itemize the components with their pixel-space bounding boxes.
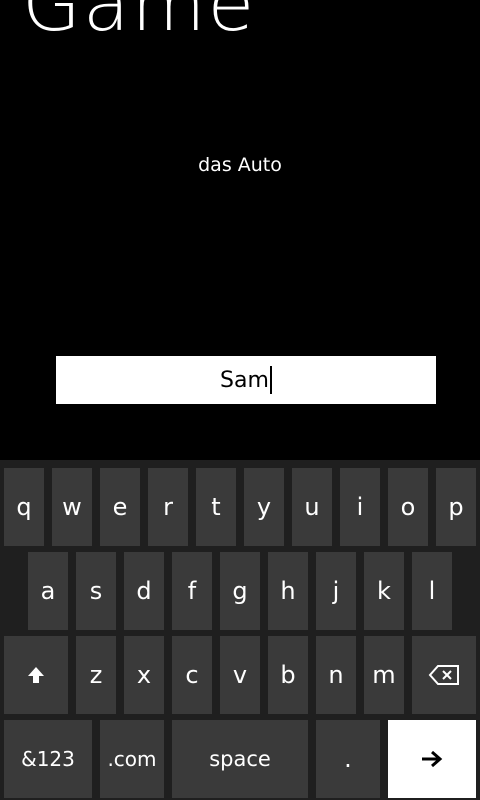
key-y[interactable]: y — [244, 468, 284, 546]
key-x[interactable]: x — [124, 636, 164, 714]
space-key[interactable]: space — [172, 720, 308, 798]
key-e[interactable]: e — [100, 468, 140, 546]
key-v[interactable]: v — [220, 636, 260, 714]
page-title: Game — [22, 0, 257, 48]
backspace-icon — [428, 664, 460, 686]
key-p[interactable]: p — [436, 468, 476, 546]
dotcom-key[interactable]: .com — [100, 720, 164, 798]
shift-key[interactable] — [4, 636, 68, 714]
prompt-word: das Auto — [198, 154, 282, 176]
key-j[interactable]: j — [316, 552, 356, 630]
key-w[interactable]: w — [52, 468, 92, 546]
arrow-right-icon — [421, 750, 443, 768]
key-c[interactable]: c — [172, 636, 212, 714]
key-b[interactable]: b — [268, 636, 308, 714]
key-r[interactable]: r — [148, 468, 188, 546]
key-k[interactable]: k — [364, 552, 404, 630]
backspace-key[interactable] — [412, 636, 476, 714]
key-g[interactable]: g — [220, 552, 260, 630]
key-s[interactable]: s — [76, 552, 116, 630]
answer-input-value: Sam — [220, 367, 269, 393]
key-l[interactable]: l — [412, 552, 452, 630]
key-f[interactable]: f — [172, 552, 212, 630]
key-o[interactable]: o — [388, 468, 428, 546]
enter-key[interactable] — [388, 720, 476, 798]
key-n[interactable]: n — [316, 636, 356, 714]
numbers-symbols-key[interactable]: &123 — [4, 720, 92, 798]
key-h[interactable]: h — [268, 552, 308, 630]
key-i[interactable]: i — [340, 468, 380, 546]
game-screen: Game das Auto Sam q w e r t y u i o p a … — [0, 0, 480, 800]
key-z[interactable]: z — [76, 636, 116, 714]
key-m[interactable]: m — [364, 636, 404, 714]
key-a[interactable]: a — [28, 552, 68, 630]
key-t[interactable]: t — [196, 468, 236, 546]
on-screen-keyboard: q w e r t y u i o p a s d f g h j k l z … — [0, 460, 480, 800]
shift-arrow-icon — [26, 665, 46, 685]
key-u[interactable]: u — [292, 468, 332, 546]
text-caret — [269, 366, 272, 394]
key-q[interactable]: q — [4, 468, 44, 546]
key-d[interactable]: d — [124, 552, 164, 630]
period-key[interactable]: . — [316, 720, 380, 798]
answer-input[interactable]: Sam — [56, 356, 436, 404]
